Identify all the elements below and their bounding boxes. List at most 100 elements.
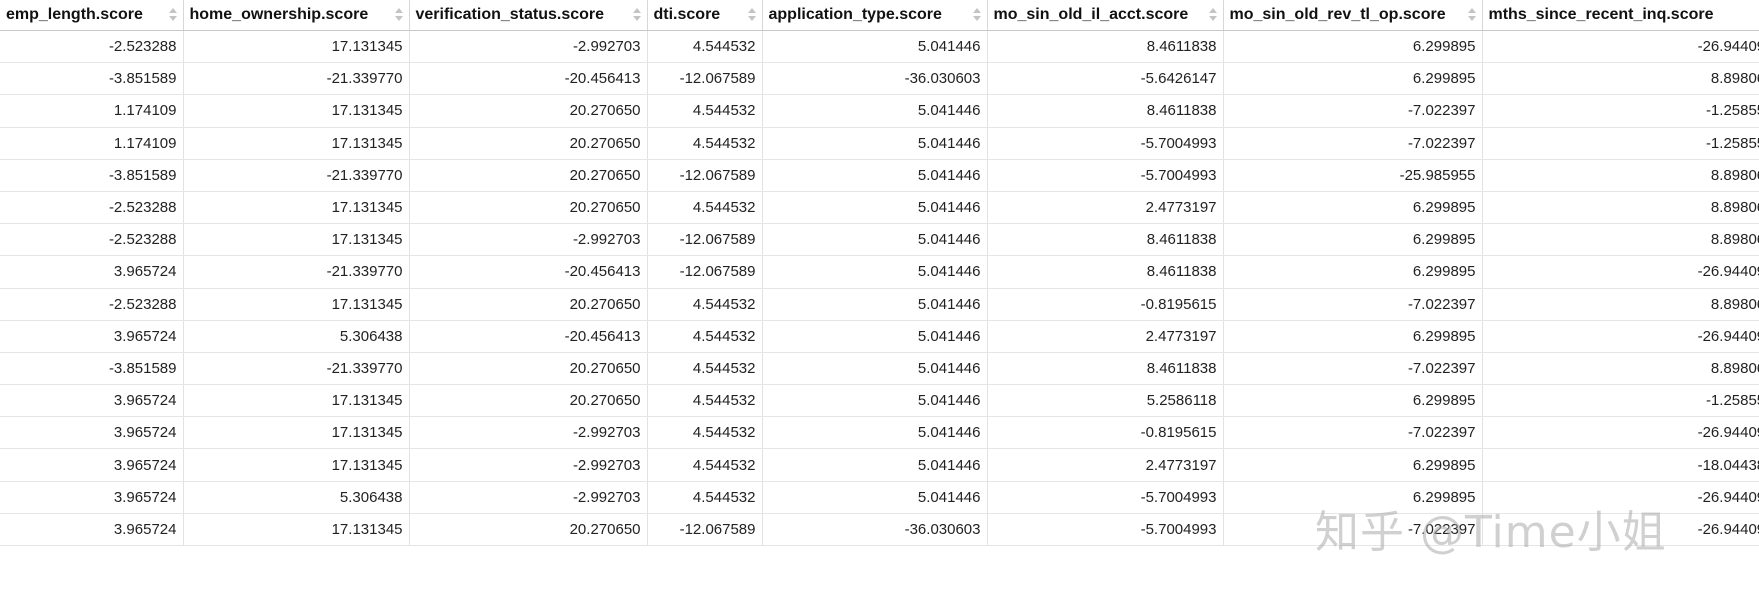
table-cell: 5.041446 xyxy=(762,255,988,289)
table-cell: -3.851589 xyxy=(0,62,184,96)
sort-arrows-icon[interactable] xyxy=(1467,3,1477,25)
table-cell: -7.022397 xyxy=(1223,352,1483,386)
table-cell: 4.544532 xyxy=(647,191,763,225)
table-cell: 6.299895 xyxy=(1223,223,1483,257)
table-cell: 4.544532 xyxy=(647,94,763,128)
table-cell: -2.992703 xyxy=(409,481,648,514)
table-cell: 6.299895 xyxy=(1223,62,1483,96)
column-header-label: mths_since_recent_inq.score xyxy=(1488,6,1714,23)
table-cell: -12.067589 xyxy=(647,513,763,547)
table-row[interactable]: -3.851589 -21.339770 20.270650 4.544532 5.04… xyxy=(0,352,1759,386)
sort-arrows-icon[interactable] xyxy=(632,3,642,25)
sort-arrows-icon[interactable] xyxy=(168,3,178,25)
column-header[interactable]: dti.score xyxy=(647,0,763,31)
table-cell: -20.456413 xyxy=(409,255,648,289)
sort-arrows-icon[interactable] xyxy=(394,3,404,25)
table-cell: 2.4773197 xyxy=(987,448,1224,482)
column-header[interactable]: emp_length.score xyxy=(0,0,184,31)
column-header[interactable]: home_ownership.score xyxy=(183,0,410,31)
table-cell: 5.041446 xyxy=(762,223,988,257)
table-cell: 5.041446 xyxy=(762,94,988,128)
column-header-label: dti.score xyxy=(653,6,721,23)
table-cell: -21.339770 xyxy=(183,352,410,386)
table-cell: 5.306438 xyxy=(183,320,410,353)
sort-descending-icon xyxy=(168,15,177,21)
table-cell: 5.041446 xyxy=(762,159,988,192)
table-body: -2.523288 17.131345 -2.992703 4.544532 5.041… xyxy=(0,30,1759,547)
table-row[interactable]: 3.965724 17.131345 -2.992703 4.544532 5.0414… xyxy=(0,416,1759,450)
table-cell: 20.270650 xyxy=(409,159,648,192)
column-header-label: emp_length.score xyxy=(6,6,143,23)
table-cell: 5.041446 xyxy=(762,127,988,160)
data-table: emp_length.score home_ownership.score veri… xyxy=(0,0,1759,547)
table-row[interactable]: 3.965724 17.131345 20.270650 -12.067589 -36.… xyxy=(0,513,1759,547)
table-cell: 17.131345 xyxy=(183,416,410,450)
table-cell: -21.339770 xyxy=(183,62,410,96)
column-header[interactable]: mths_since_recent_inq.score xyxy=(1482,0,1759,31)
table-cell: 8.4611838 xyxy=(987,255,1224,289)
table-cell: 6.299895 xyxy=(1223,448,1483,482)
table-cell: -2.992703 xyxy=(409,223,648,257)
table-cell: -12.067589 xyxy=(647,223,763,257)
sort-ascending-icon xyxy=(1208,7,1217,13)
column-header[interactable]: verification_status.score xyxy=(409,0,648,31)
table-row[interactable]: 3.965724 5.306438 -2.992703 4.544532 5.04144… xyxy=(0,481,1759,514)
table-cell: 8.898064 xyxy=(1482,223,1759,257)
table-cell: 8.4611838 xyxy=(987,30,1224,64)
table-row[interactable]: 1.174109 17.131345 20.270650 4.544532 5.0414… xyxy=(0,94,1759,128)
table-row[interactable]: -2.523288 17.131345 -2.992703 -12.067589 5.0… xyxy=(0,223,1759,257)
table-row[interactable]: -2.523288 17.131345 -2.992703 4.544532 5.041… xyxy=(0,30,1759,64)
table-cell: -5.7004993 xyxy=(987,513,1224,547)
table-row[interactable]: -3.851589 -21.339770 -20.456413 -12.067589-… xyxy=(0,62,1759,96)
table-cell: 17.131345 xyxy=(183,513,410,547)
table-cell: -26.944097 xyxy=(1482,255,1759,289)
sort-descending-icon xyxy=(747,15,756,21)
table-row[interactable]: -2.523288 17.131345 20.270650 4.544532 5.041… xyxy=(0,191,1759,225)
table-cell: 4.544532 xyxy=(647,320,763,353)
table-cell: 4.544532 xyxy=(647,416,763,450)
column-header[interactable]: application_type.score xyxy=(762,0,988,31)
sort-arrows-icon[interactable] xyxy=(972,3,982,25)
table-cell: 3.965724 xyxy=(0,448,184,482)
table-cell: -36.030603 xyxy=(762,513,988,547)
table-cell: 8.898064 xyxy=(1482,62,1759,96)
table-cell: -12.067589 xyxy=(647,62,763,96)
table-row[interactable]: 1.174109 17.131345 20.270650 4.544532 5.0414… xyxy=(0,127,1759,160)
sort-ascending-icon xyxy=(632,7,641,13)
table-row[interactable]: 3.965724 17.131345 20.270650 4.544532 5.0414… xyxy=(0,384,1759,418)
table-cell: 3.965724 xyxy=(0,513,184,547)
sort-descending-icon xyxy=(1208,15,1217,21)
table-cell: -7.022397 xyxy=(1223,513,1483,547)
table-cell: 20.270650 xyxy=(409,127,648,160)
table-cell: -26.944097 xyxy=(1482,30,1759,64)
table-cell: 5.041446 xyxy=(762,30,988,64)
table-cell: -7.022397 xyxy=(1223,416,1483,450)
table-cell: 17.131345 xyxy=(183,288,410,321)
table-cell: 17.131345 xyxy=(183,223,410,257)
table-cell: 5.041446 xyxy=(762,416,988,450)
table-cell: 5.041446 xyxy=(762,352,988,386)
table-cell: 8.898064 xyxy=(1482,191,1759,225)
table-cell: -26.944097 xyxy=(1482,320,1759,353)
sort-arrows-icon[interactable] xyxy=(747,3,757,25)
table-row[interactable]: 3.965724 17.131345 -2.992703 4.544532 5.0414… xyxy=(0,448,1759,482)
column-header[interactable]: mo_sin_old_il_acct.score xyxy=(987,0,1224,31)
sort-arrows-icon[interactable] xyxy=(1208,3,1218,25)
table-cell: 5.041446 xyxy=(762,320,988,353)
sort-descending-icon xyxy=(394,15,403,21)
sort-ascending-icon xyxy=(168,7,177,13)
table-row[interactable]: 3.965724 -21.339770 -20.456413 -12.067589 5.… xyxy=(0,255,1759,289)
table-cell: 6.299895 xyxy=(1223,384,1483,418)
table-cell: -12.067589 xyxy=(647,255,763,289)
table-cell: 3.965724 xyxy=(0,481,184,514)
table-cell: 6.299895 xyxy=(1223,191,1483,225)
table-row[interactable]: 3.965724 5.306438 -20.456413 4.544532 5.0414… xyxy=(0,320,1759,353)
header-row: emp_length.score home_ownership.score veri… xyxy=(0,0,1759,31)
table-cell: -2.523288 xyxy=(0,288,184,321)
sort-ascending-icon xyxy=(1467,7,1476,13)
table-cell: -20.456413 xyxy=(409,320,648,353)
table-row[interactable]: -2.523288 17.131345 20.270650 4.544532 5.041… xyxy=(0,288,1759,321)
table-cell: -26.944097 xyxy=(1482,416,1759,450)
column-header[interactable]: mo_sin_old_rev_tl_op.score xyxy=(1223,0,1483,31)
table-row[interactable]: -3.851589 -21.339770 20.270650 -12.067589 5.… xyxy=(0,159,1759,192)
